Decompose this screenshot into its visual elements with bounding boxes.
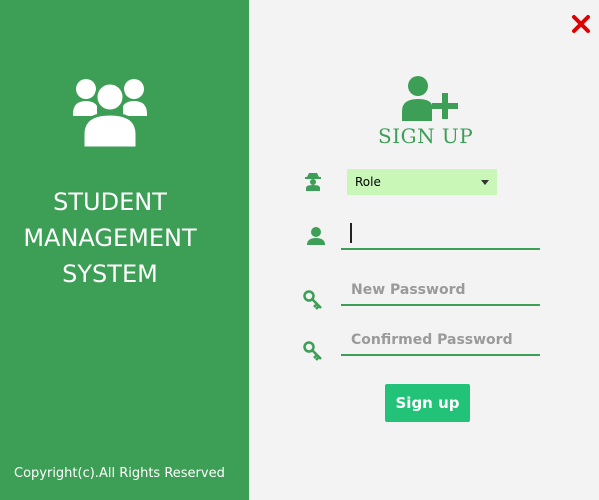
app-title-line: MANAGEMENT (23, 224, 197, 252)
new-password-input[interactable] (341, 276, 540, 306)
close-icon[interactable] (571, 14, 591, 34)
page-title: SIGN UP (378, 124, 474, 148)
sidebar-panel: STUDENT MANAGEMENT SYSTEM Copyright(c).A… (0, 0, 249, 500)
key-icon (303, 290, 322, 310)
signup-button[interactable]: Sign up (385, 384, 470, 422)
chevron-down-icon (481, 179, 489, 185)
role-select-value: Role (355, 175, 381, 189)
app-title-line: STUDENT (53, 188, 167, 216)
copyright-text: Copyright(c).All Rights Reserved (14, 466, 225, 481)
add-user-icon (402, 76, 458, 121)
spy-role-icon (305, 173, 321, 191)
confirm-password-input[interactable] (341, 326, 540, 356)
key-icon (303, 341, 322, 361)
users-group-icon (73, 79, 147, 148)
username-input[interactable] (341, 220, 540, 250)
user-icon (307, 227, 325, 245)
text-cursor (350, 223, 352, 243)
role-select[interactable]: Role (347, 169, 497, 195)
app-title: STUDENT MANAGEMENT SYSTEM (0, 184, 220, 292)
app-title-line: SYSTEM (62, 260, 158, 288)
